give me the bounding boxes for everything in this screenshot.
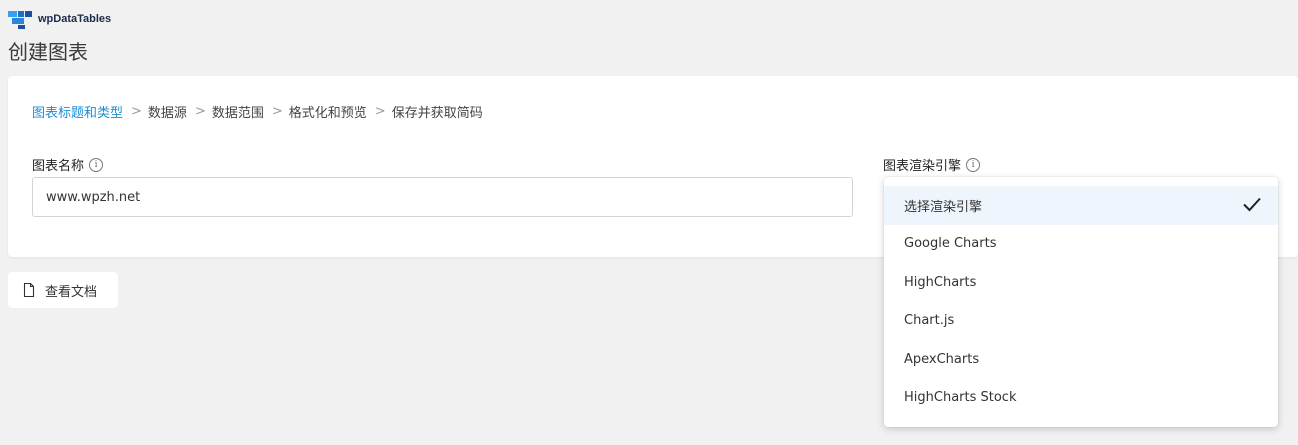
view-docs-button[interactable]: 查看文档 xyxy=(8,272,118,308)
step-separator-icon: > xyxy=(374,104,386,119)
chart-name-label-text: 图表名称 xyxy=(32,159,85,174)
wizard-steps: 图表标题和类型 > 数据源 > 数据范围 > 格式化和预览 > 保存并获取简码 xyxy=(32,102,483,121)
chart-name-label: 图表名称 i xyxy=(32,155,104,174)
info-icon[interactable]: i xyxy=(89,157,104,172)
wpdatatables-logo-icon xyxy=(8,11,32,29)
render-engine-label: 图表渲染引擎 i xyxy=(883,155,981,174)
engine-option-google-charts[interactable]: Google Charts xyxy=(884,225,1278,264)
brand-name: wpDataTables xyxy=(38,13,112,25)
engine-option-highcharts[interactable]: HighCharts xyxy=(884,263,1278,302)
step-data-range[interactable]: 数据范围 xyxy=(212,102,264,121)
engine-option-label: HighCharts xyxy=(904,274,977,290)
engine-option-label: 选择渲染引擎 xyxy=(904,199,983,215)
engine-option-label: ApexCharts xyxy=(904,351,980,367)
document-icon xyxy=(23,283,35,297)
view-docs-label: 查看文档 xyxy=(45,284,98,300)
step-separator-icon: > xyxy=(271,104,283,119)
engine-option-label: Chart.js xyxy=(904,313,955,329)
brand: wpDataTables xyxy=(8,9,111,29)
check-icon xyxy=(1243,197,1261,212)
engine-option-placeholder[interactable]: 选择渲染引擎 xyxy=(884,186,1278,225)
step-separator-icon: > xyxy=(131,104,142,119)
step-format-preview[interactable]: 格式化和预览 xyxy=(289,102,367,121)
info-icon[interactable]: i xyxy=(966,157,981,172)
engine-option-chartjs[interactable]: Chart.js xyxy=(884,302,1278,341)
engine-option-apexcharts[interactable]: ApexCharts xyxy=(884,340,1278,379)
engine-option-highcharts-stock[interactable]: HighCharts Stock xyxy=(884,379,1278,418)
chart-name-value: www.wpzh.net xyxy=(46,189,141,205)
engine-option-label: Google Charts xyxy=(904,236,997,252)
step-title-and-type[interactable]: 图表标题和类型 xyxy=(32,102,123,121)
page-title: 创建图表 xyxy=(8,40,88,64)
render-engine-dropdown[interactable]: 选择渲染引擎 Google Charts HighCharts Chart.js… xyxy=(884,177,1278,427)
render-engine-label-text: 图表渲染引擎 xyxy=(883,159,962,174)
step-data-source[interactable]: 数据源 xyxy=(148,102,187,121)
engine-option-label: HighCharts Stock xyxy=(904,390,1017,406)
step-save-shortcode[interactable]: 保存并获取简码 xyxy=(392,102,483,121)
step-separator-icon: > xyxy=(194,104,206,119)
chart-name-input[interactable]: www.wpzh.net xyxy=(32,177,853,217)
